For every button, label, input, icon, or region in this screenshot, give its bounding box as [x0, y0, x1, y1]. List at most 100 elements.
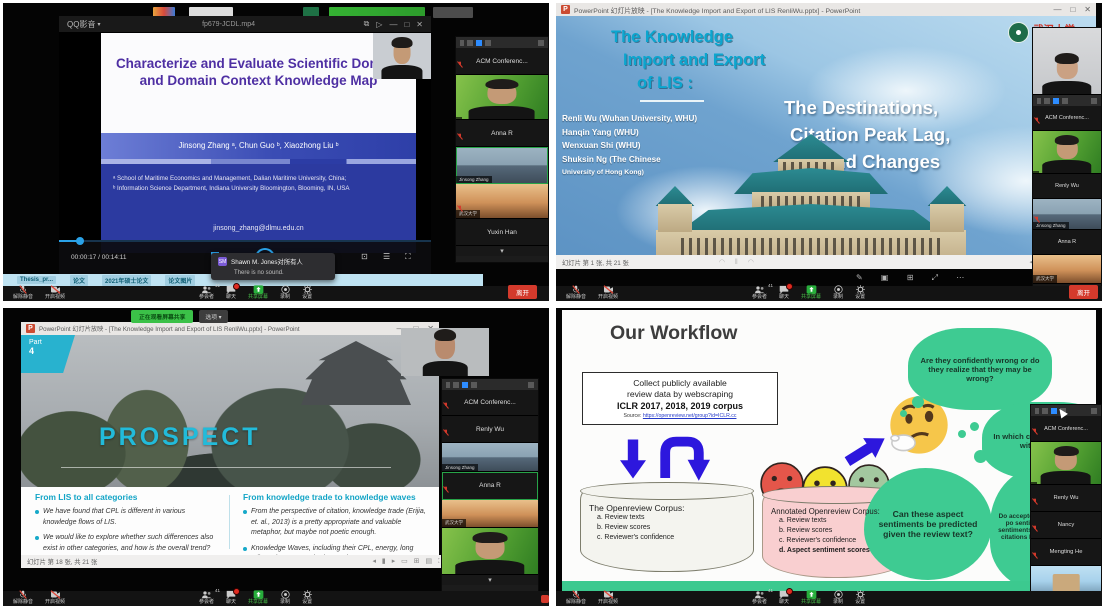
chat-button[interactable]: 聊天 — [773, 589, 795, 606]
grid-view-icon[interactable] — [1062, 98, 1068, 104]
record-button[interactable]: 录制 — [274, 589, 296, 606]
participants-button[interactable]: 41 参会者 — [746, 284, 773, 301]
participant-tile[interactable]: Renly Wu — [1033, 174, 1101, 199]
start-video-button[interactable]: 开启视频 — [592, 589, 624, 606]
gallery-view-icon[interactable] — [1053, 98, 1059, 104]
participant-tile[interactable]: ACM Conferenc... — [1031, 416, 1101, 442]
slideshow-pointer-controls[interactable]: ◠ ‖ ◠ — [719, 258, 758, 266]
unmute-button[interactable]: 解除静音 — [560, 589, 592, 606]
settings-button[interactable]: 设置 — [849, 284, 871, 301]
participant-video[interactable] — [1033, 131, 1101, 174]
speaker-view-icon[interactable] — [1042, 408, 1048, 414]
desktop-file[interactable]: 2021年硕士论文 — [102, 275, 151, 286]
participant-tile[interactable]: 武汉大学 — [1033, 255, 1101, 284]
participant-tile[interactable]: Renly Wu — [1031, 485, 1101, 512]
participant-video[interactable] — [1031, 442, 1101, 485]
gallery-view-icon[interactable] — [476, 40, 482, 46]
minimize-icon[interactable]: — — [389, 20, 397, 29]
grid-view-icon[interactable] — [485, 40, 491, 46]
record-button[interactable]: 录制 — [274, 284, 296, 301]
speaker-view-icon[interactable] — [467, 40, 473, 46]
collapse-icon[interactable] — [446, 382, 450, 388]
speaker-view-icon[interactable] — [453, 382, 459, 388]
participant-tile[interactable]: ACM Conferenc... — [1033, 106, 1101, 131]
settings-button[interactable]: 设置 — [296, 284, 318, 301]
close-icon[interactable]: ✕ — [1084, 5, 1091, 14]
maximize-icon[interactable]: □ — [404, 20, 409, 29]
scroll-down-chevron[interactable]: ▾ — [456, 246, 548, 256]
share-screen-button[interactable]: 共享屏幕 — [795, 284, 827, 301]
speaker-view-icon[interactable] — [1044, 98, 1050, 104]
desktop-file[interactable]: 论文 — [70, 275, 88, 286]
start-video-button[interactable]: 开启视频 — [39, 284, 71, 301]
participant-tile[interactable]: ACM Conferenc... — [456, 48, 548, 75]
gallery-view-icon[interactable] — [462, 382, 468, 388]
participant-video[interactable] — [456, 75, 548, 120]
settings-button[interactable]: 设置 — [849, 589, 871, 606]
speaker-video[interactable] — [1033, 28, 1101, 95]
seek-handle[interactable] — [76, 237, 84, 245]
share-options-chip[interactable] — [433, 7, 473, 18]
unmute-button[interactable]: 解除静音 — [560, 284, 592, 301]
grid-view-icon[interactable] — [471, 382, 477, 388]
pop-out-icon[interactable] — [1091, 98, 1097, 104]
leave-meeting-button[interactable] — [541, 595, 549, 603]
presenter-webcam[interactable] — [401, 328, 489, 376]
participant-tile[interactable]: Yuxin Han — [456, 219, 548, 246]
participant-tile[interactable]: Jinsong Zhang — [442, 443, 538, 472]
collapse-icon[interactable] — [460, 40, 464, 46]
desktop-file[interactable]: 论文图片 — [165, 275, 195, 286]
qq-app-name[interactable]: QQ影音 — [67, 19, 95, 30]
share-screen-button[interactable]: 共享屏幕 — [242, 284, 274, 301]
subtitle-icon[interactable]: ⊡ — [361, 252, 368, 261]
collapse-icon[interactable] — [1037, 98, 1041, 104]
share-screen-button[interactable]: 共享屏幕 — [795, 589, 827, 606]
participant-tile[interactable]: Nancy — [1031, 512, 1101, 539]
participant-tile[interactable]: 武汉大学 — [456, 184, 548, 219]
participants-button[interactable]: 41 参会者 — [193, 589, 220, 606]
source-link[interactable]: https://openreview.net/group?id=ICLR.cc — [643, 413, 737, 419]
annotation-toolbar[interactable]: ✎ ▣ ⊞ ⤢ ⋯ — [856, 273, 972, 283]
participants-button[interactable]: 41 参会者 — [193, 284, 220, 301]
chat-toast[interactable]: SMShawn M. Jones对所有人 There is no sound. — [211, 253, 335, 280]
scroll-down-chevron[interactable]: ▾ — [442, 575, 538, 585]
participant-tile-active-speaker[interactable]: Anna R — [442, 472, 538, 500]
participants-button[interactable]: 41 参会者 — [746, 589, 773, 606]
desktop-file[interactable]: Thesis_pr... — [17, 276, 56, 284]
fullscreen-icon[interactable]: ⛶ — [405, 252, 411, 262]
participant-tile[interactable]: 武汉大学 — [442, 500, 538, 528]
snapshot-icon[interactable]: ⧉ — [364, 19, 370, 29]
share-screen-button[interactable]: 共享屏幕 — [242, 589, 274, 606]
chat-button[interactable]: 聊天 — [773, 284, 795, 301]
leave-meeting-button[interactable]: 离开 — [1069, 285, 1098, 299]
play-control-icon[interactable]: ▷ — [376, 20, 382, 29]
participant-video[interactable] — [442, 528, 538, 575]
playlist-icon[interactable]: ☰ — [383, 252, 390, 261]
slideshow-view-controls[interactable]: ◂ ▮ ▸ ▭ ⊞ ▤ ⛶ — [372, 557, 445, 566]
participant-tile[interactable]: Jinsong Zhang — [1033, 199, 1101, 230]
collapse-icon[interactable] — [1035, 408, 1039, 414]
participant-tile[interactable]: ACM Conferenc... — [442, 390, 538, 416]
chat-button[interactable]: 聊天 — [220, 284, 242, 301]
start-video-button[interactable]: 开启视频 — [592, 284, 624, 301]
unmute-button[interactable]: 解除静音 — [7, 589, 39, 606]
pop-out-icon[interactable] — [1091, 408, 1097, 414]
settings-button[interactable]: 设置 — [296, 589, 318, 606]
record-button[interactable]: 录制 — [827, 589, 849, 606]
minimize-icon[interactable]: — — [1053, 5, 1061, 14]
participant-tile-active-speaker[interactable]: Jinsong Zhang — [456, 147, 548, 184]
seek-bar[interactable] — [59, 240, 431, 242]
participant-tile[interactable]: Mengting He — [1031, 539, 1101, 566]
pop-out-icon[interactable] — [538, 40, 544, 46]
participant-tile[interactable]: Anna R — [456, 120, 548, 147]
unmute-button[interactable]: 解除静音 — [7, 284, 39, 301]
participant-tile[interactable]: Anna R — [1033, 230, 1101, 255]
share-options-button[interactable]: 选项 ▾ — [199, 310, 227, 323]
participant-tile[interactable]: Renly Wu — [442, 416, 538, 443]
record-button[interactable]: 录制 — [827, 284, 849, 301]
maximize-icon[interactable]: □ — [1070, 5, 1075, 14]
leave-meeting-button[interactable]: 离开 — [508, 285, 537, 299]
chat-button[interactable]: 聊天 — [220, 589, 242, 606]
start-video-button[interactable]: 开启视频 — [39, 589, 71, 606]
close-icon[interactable]: ✕ — [416, 20, 423, 29]
